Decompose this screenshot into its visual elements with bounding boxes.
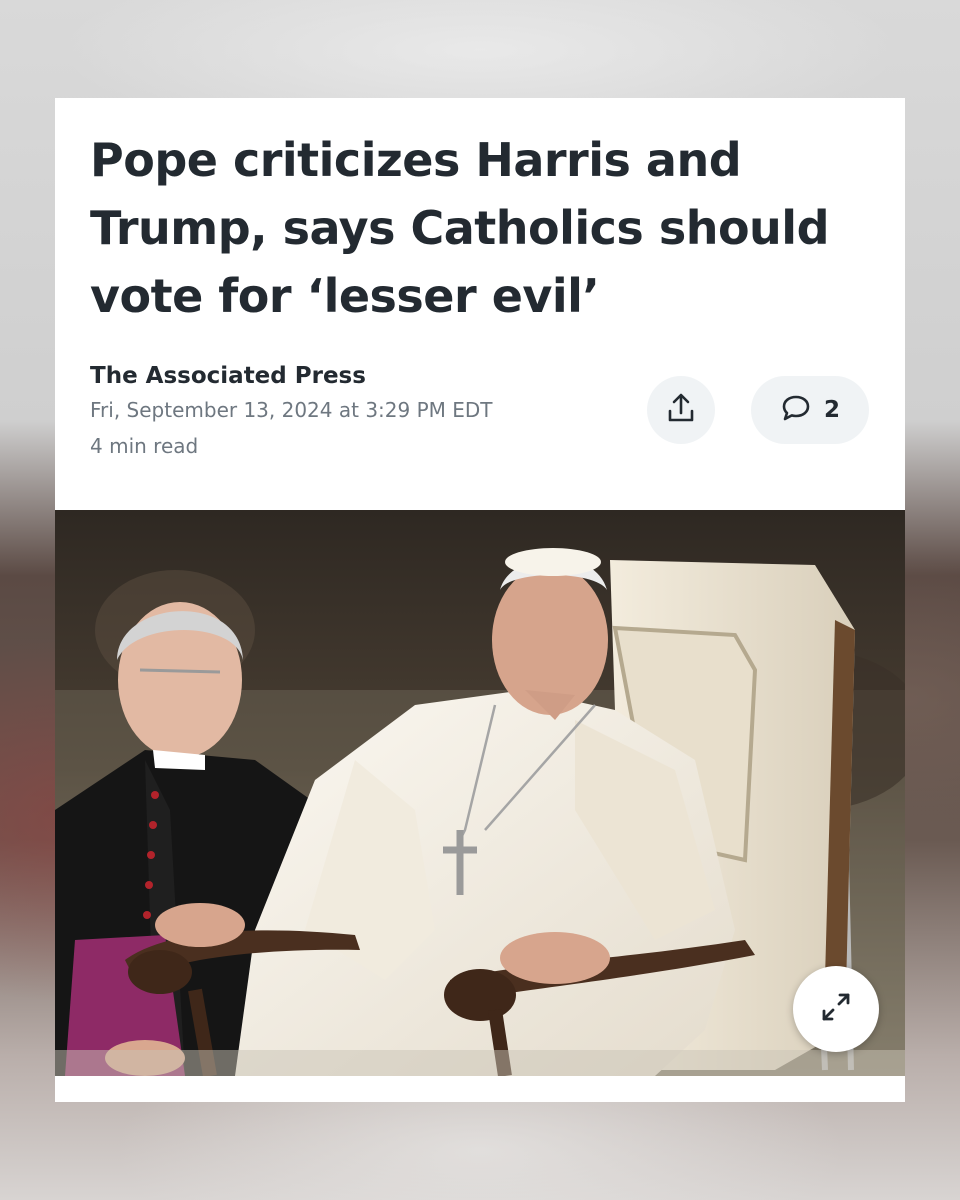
- share-icon: [666, 392, 696, 429]
- article-meta: The Associated Press Fri, September 13, …: [90, 360, 650, 464]
- article-source[interactable]: The Associated Press: [90, 360, 650, 392]
- comment-icon: [780, 393, 812, 428]
- expand-icon: [817, 988, 855, 1031]
- article-card: Pope criticizes Harris and Trump, says C…: [55, 98, 905, 1102]
- article-date: Fri, September 13, 2024 at 3:29 PM EDT: [90, 398, 493, 422]
- article-headline: Pope criticizes Harris and Trump, says C…: [90, 133, 830, 323]
- article-photo[interactable]: [55, 510, 905, 1076]
- article-read-time: 4 min read: [90, 434, 199, 458]
- comments-button[interactable]: 2: [751, 376, 869, 444]
- share-button[interactable]: [647, 376, 715, 444]
- expand-photo-button[interactable]: [793, 966, 879, 1052]
- comments-count: 2: [823, 397, 840, 423]
